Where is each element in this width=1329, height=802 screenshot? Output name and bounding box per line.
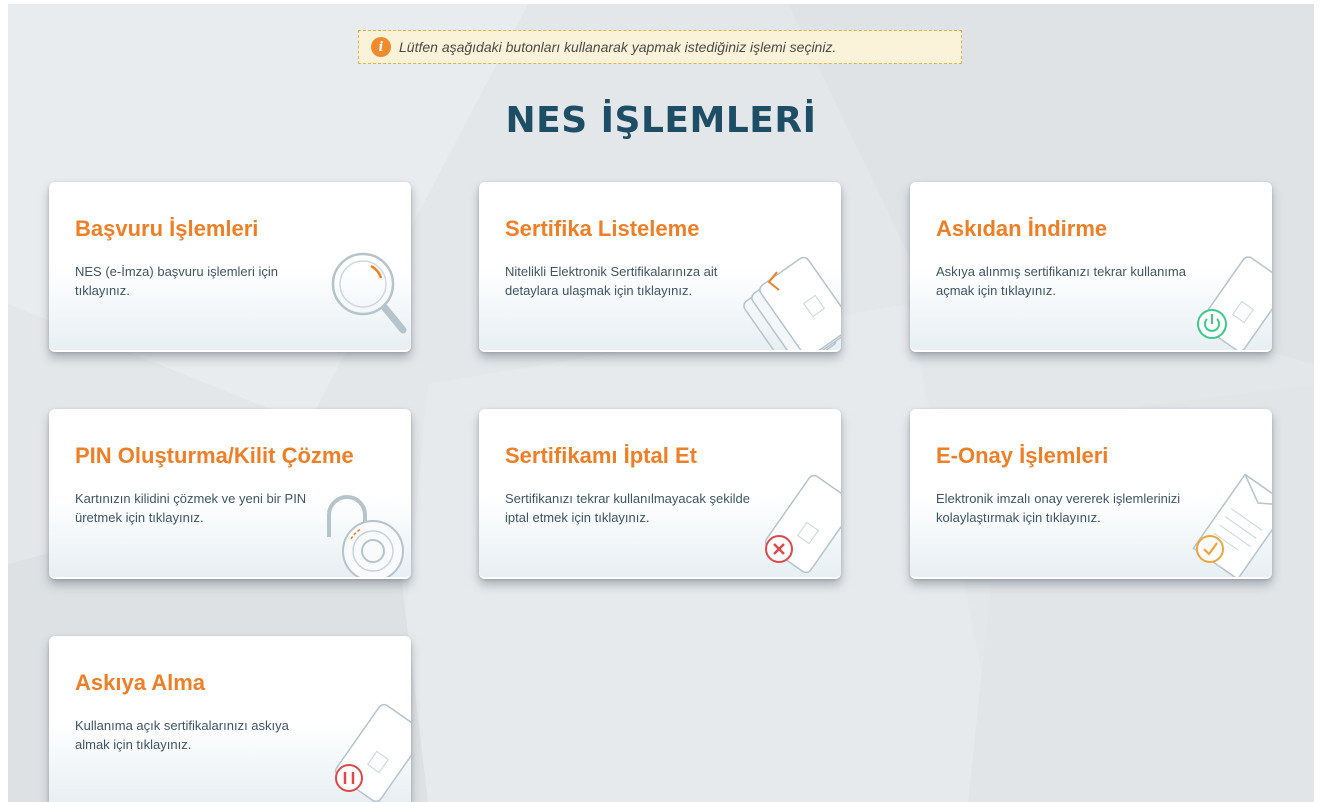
info-icon: i [371, 37, 391, 57]
main-panel: i Lütfen aşağıdaki butonları kullanarak … [8, 4, 1314, 802]
card-description: Kullanıma açık sertifikalarınızı askıya … [75, 718, 289, 752]
document-check-icon [1192, 473, 1272, 577]
card-description: Elektronik imzalı onay vererek işlemleri… [936, 491, 1181, 525]
card-description: Kartınızın kilidini çözmek ve yeni bir P… [75, 491, 307, 525]
card-title: E-Onay İşlemleri [936, 443, 1109, 468]
card-list-icon [743, 256, 841, 350]
info-notice: i Lütfen aşağıdaki butonları kullanarak … [358, 30, 962, 64]
card-description: Sertifikanızı tekrar kullanılmayacak şek… [505, 491, 750, 525]
card-sertifika-listeleme[interactable]: Sertifika Listeleme Nitelikli Elektronik… [479, 182, 841, 352]
card-title: Sertifikamı İptal Et [505, 443, 697, 468]
padlock-icon [327, 495, 404, 577]
notice-text: Lütfen aşağıdaki butonları kullanarak ya… [399, 39, 837, 55]
card-askidan-indirme[interactable]: Askıdan İndirme Askıya alınmış sertifika… [910, 182, 1272, 352]
card-title: Askıdan İndirme [936, 216, 1108, 241]
card-cancel-icon [764, 474, 841, 574]
card-description: NES (e-İmza) başvuru işlemleri için tıkl… [75, 264, 278, 298]
card-description: Askıya alınmış sertifikanızı tekrar kull… [936, 264, 1186, 298]
card-pause-icon [334, 703, 411, 802]
card-e-onay-islemleri[interactable]: E-Onay İşlemleri Elektronik imzalı onay … [910, 409, 1272, 579]
card-title: PIN Oluşturma/Kilit Çözme [75, 443, 354, 468]
card-description: Nitelikli Elektronik Sertifikalarınıza a… [505, 264, 718, 298]
card-basvuru-islemleri[interactable]: Başvuru İşlemleri NES (e-İmza) başvuru i… [49, 182, 411, 352]
card-title: Sertifika Listeleme [505, 216, 700, 241]
magnifier-icon [331, 252, 407, 334]
card-power-icon [1197, 256, 1272, 350]
page-title: NES İŞLEMLERİ [505, 100, 817, 141]
card-pin-olusturma[interactable]: PIN Oluşturma/Kilit Çözme Kartınızın kil… [49, 409, 411, 579]
card-askiya-alma[interactable]: Askıya Alma Kullanıma açık sertifikaları… [49, 636, 411, 802]
card-title: Başvuru İşlemleri [75, 216, 259, 241]
card-sertifika-iptal[interactable]: Sertifikamı İptal Et Sertifikanızı tekra… [479, 409, 841, 579]
card-title: Askıya Alma [75, 670, 206, 695]
